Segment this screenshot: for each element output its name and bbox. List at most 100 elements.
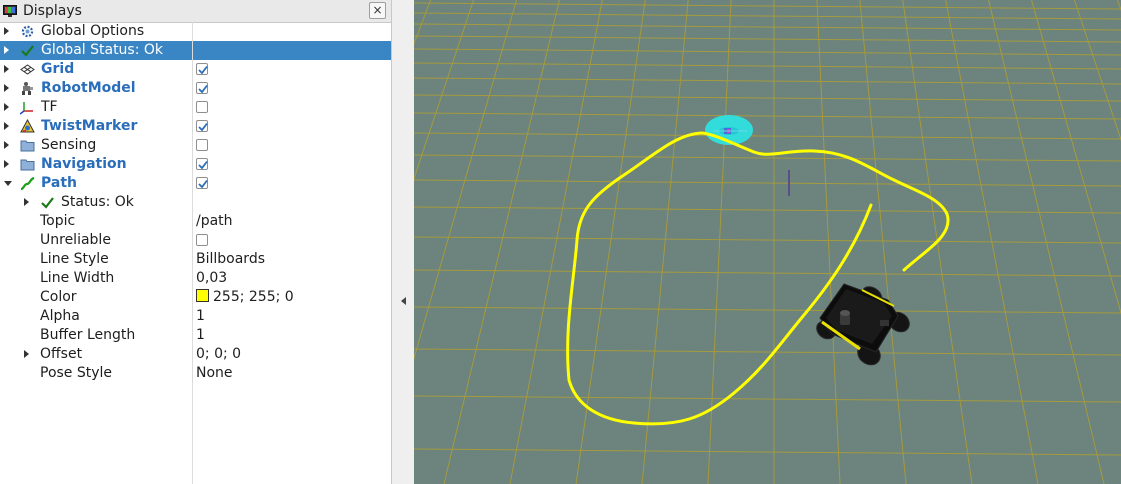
property-value-text: 1 — [196, 327, 205, 343]
grid-line — [414, 154, 1121, 162]
displays-panel: Displays × Global Options Global Status: … — [0, 0, 392, 484]
grid-line — [414, 236, 1121, 244]
enabled-checkbox[interactable] — [196, 177, 208, 189]
grid-icon — [20, 62, 35, 77]
enabled-checkbox[interactable] — [196, 158, 208, 170]
disabled-checkbox[interactable] — [196, 101, 208, 113]
panel-splitter[interactable] — [392, 0, 414, 484]
tree-label: Line Style — [40, 251, 109, 267]
tree-row-navigation[interactable]: Navigation — [0, 155, 391, 174]
tree-label: RobotModel — [41, 80, 136, 96]
grid-line — [414, 348, 1121, 356]
tree-label: Status: Ok — [61, 194, 134, 210]
enabled-checkbox[interactable] — [196, 120, 208, 132]
expand-arrow-icon[interactable] — [4, 122, 9, 130]
collapse-arrow-icon[interactable] — [4, 181, 12, 186]
tree-row-alpha[interactable]: Alpha 1 — [0, 307, 391, 326]
tree-row-color[interactable]: Color 255; 255; 0 — [0, 288, 391, 307]
tree-label: Line Width — [40, 270, 115, 286]
property-value-line-style[interactable]: Billboards — [196, 250, 265, 269]
property-value-offset[interactable]: 0; 0; 0 — [196, 345, 241, 364]
grid-line — [414, 35, 1121, 43]
grid-line — [414, 206, 1121, 214]
disabled-checkbox[interactable] — [196, 234, 208, 246]
3d-scene[interactable] — [414, 0, 1121, 484]
tree-row-buffer-length[interactable]: Buffer Length 1 — [0, 326, 391, 345]
expand-arrow-icon[interactable] — [4, 46, 9, 54]
expand-arrow-icon[interactable] — [4, 65, 9, 73]
folder-icon — [20, 157, 35, 172]
color-swatch[interactable] — [196, 289, 209, 302]
robot-model-icon — [20, 81, 35, 96]
tree-label: Unreliable — [40, 232, 111, 248]
tree-row-grid[interactable]: Grid — [0, 60, 391, 79]
property-value-buffer-length[interactable]: 1 — [196, 326, 205, 345]
grid-line — [509, 0, 603, 484]
grid-line — [414, 62, 1121, 70]
tree-row-unreliable[interactable]: Unreliable — [0, 231, 391, 250]
tree-row-twistmarker[interactable]: TwistMarker — [0, 117, 391, 136]
grid-line — [414, 179, 1121, 187]
property-value-alpha[interactable]: 1 — [196, 307, 205, 326]
tree-row-pose-style[interactable]: Pose Style None — [0, 364, 391, 383]
column-divider — [192, 22, 193, 484]
expand-arrow-icon[interactable] — [24, 350, 29, 358]
tree-row-offset[interactable]: Offset 0; 0; 0 — [0, 345, 391, 364]
tree-row-sensing[interactable]: Sensing — [0, 136, 391, 155]
3d-render-view[interactable] — [414, 0, 1121, 484]
property-value-topic[interactable]: /path — [196, 212, 233, 231]
grid-line — [414, 448, 1121, 456]
enabled-checkbox[interactable] — [196, 63, 208, 75]
panel-title: Displays — [23, 3, 82, 19]
tree-row-topic[interactable]: Topic/path — [0, 212, 391, 231]
grid-line — [414, 23, 1121, 31]
tree-row-global-options[interactable]: Global Options — [0, 22, 391, 41]
expand-arrow-icon[interactable] — [4, 103, 9, 111]
tf-axes-icon — [19, 100, 35, 115]
property-value-color[interactable]: 255; 255; 0 — [196, 288, 294, 307]
enabled-checkbox[interactable] — [196, 82, 208, 94]
tree-label: Navigation — [41, 156, 127, 172]
grid-line — [414, 2, 1121, 10]
tree-row-line-width[interactable]: Line Width 0,03 — [0, 269, 391, 288]
path-icon — [20, 176, 35, 191]
property-value-text: Billboards — [196, 251, 265, 267]
property-value-pose-style[interactable]: None — [196, 364, 233, 383]
grid-line — [414, 12, 1121, 20]
robot-model — [816, 283, 910, 366]
tree-label: Pose Style — [40, 365, 113, 381]
tree-label: Sensing — [41, 137, 97, 153]
expand-arrow-icon[interactable] — [4, 160, 9, 168]
disabled-checkbox[interactable] — [196, 139, 208, 151]
displays-tree: Global Options Global Status: Ok Grid Robot… — [0, 22, 391, 383]
expand-arrow-icon[interactable] — [4, 27, 9, 35]
monitor-icon — [3, 5, 17, 17]
property-value-text: /path — [196, 213, 233, 229]
tree-label: Path — [41, 175, 77, 191]
close-panel-button[interactable]: × — [369, 2, 386, 19]
tree-row-line-style[interactable]: Line Style Billboards — [0, 250, 391, 269]
grid-line — [641, 0, 689, 484]
expand-arrow-icon[interactable] — [4, 141, 9, 149]
tree-label: Alpha — [40, 308, 80, 324]
grid-line — [414, 0, 475, 181]
tree-label: Global Status: Ok — [41, 42, 164, 58]
collapse-arrow-icon[interactable] — [401, 297, 406, 305]
tree-label: Topic — [40, 213, 76, 229]
property-value-text: 0,03 — [196, 270, 228, 286]
tree-row-robotmodel[interactable]: RobotModel — [0, 79, 391, 98]
tree-row-tf[interactable]: TF — [0, 98, 391, 117]
grid-line — [414, 0, 517, 360]
grid-line — [414, 306, 1121, 314]
property-value-line-width[interactable]: 0,03 — [196, 269, 227, 288]
expand-arrow-icon[interactable] — [24, 198, 29, 206]
folder-icon — [20, 138, 35, 153]
grid-line — [443, 0, 560, 484]
tree-row-path[interactable]: Path — [0, 174, 391, 193]
tree-row-global-status-ok[interactable]: Global Status: Ok — [0, 41, 391, 60]
grid-line — [414, 77, 1121, 85]
checkmark-icon — [40, 195, 55, 210]
tree-row-status-ok[interactable]: Status: Ok — [0, 193, 391, 212]
expand-arrow-icon[interactable] — [4, 84, 9, 92]
tree-label: TF — [41, 99, 58, 115]
